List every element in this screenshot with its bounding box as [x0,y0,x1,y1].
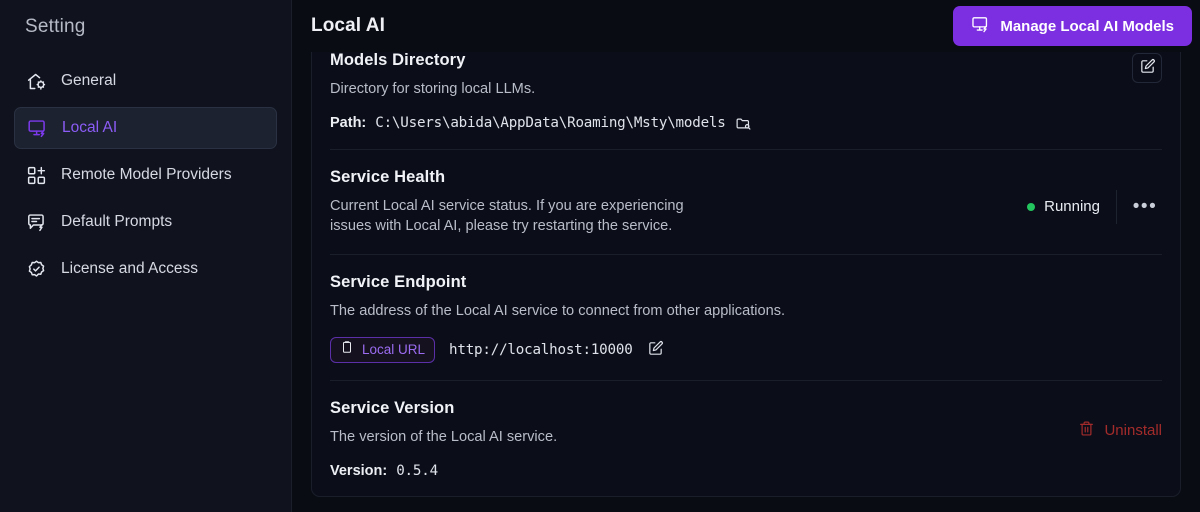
divider [1116,189,1117,224]
status-text: Running [1044,198,1100,216]
copy-local-url-badge[interactable]: Local URL [330,336,436,363]
section-description: The address of the Local AI service to c… [330,303,786,320]
ellipsis-icon: ••• [1132,196,1158,218]
section-title: Service Version [330,398,455,417]
section-description: Current Local AI service status. If you … [330,197,684,235]
sidebar-nav: General Local AI Remote Model Providers … [0,60,291,290]
section-service-endpoint: Service Endpoint The address of the Loca… [330,255,1162,381]
section-models-directory: Models Directory Directory for storing l… [330,52,1162,150]
service-health-controls: Running ••• [1027,189,1162,224]
models-directory-path-row: Path: C:\Users\abida\AppData\Roaming\Mst… [330,115,1132,132]
edit-square-icon [647,340,664,360]
message-bolt-icon [26,212,47,233]
service-health-menu-button[interactable]: ••• [1128,190,1162,224]
section-title: Service Endpoint [330,273,467,292]
version-label: Version: [330,462,388,479]
sidebar-item-general[interactable]: General [14,60,277,102]
manage-local-ai-models-button[interactable]: Manage Local AI Models [953,6,1192,46]
edit-models-directory-button[interactable] [1132,53,1162,83]
house-gear-icon [26,71,47,92]
section-service-health: Service Health Current Local AI service … [330,150,1162,256]
sidebar-item-label: Remote Model Providers [61,166,232,183]
section-description: The version of the Local AI service. [330,428,558,445]
monitor-bolt-icon [27,118,48,139]
clipboard-icon [340,340,354,359]
badge-check-icon [26,259,47,280]
page-header: Local AI Manage Local AI Models [292,0,1200,52]
trash-icon [1078,420,1095,441]
sidebar-item-remote-model-providers[interactable]: Remote Model Providers [14,154,277,196]
sidebar: Setting General Local AI Remote Model Pr… [0,0,292,512]
path-label: Path: [330,115,367,132]
section-service-version: Service Version The version of the Local… [330,381,1162,496]
service-endpoint-url: http://localhost:10000 [449,341,633,358]
status-badge: Running [1027,198,1116,215]
monitor-bolt-icon [971,15,990,38]
main-panel: Local AI Manage Local AI Models Models D… [292,0,1200,512]
sidebar-title: Setting [25,16,86,37]
grid-plus-icon [26,165,47,186]
uninstall-button[interactable]: Uninstall [1078,420,1162,441]
version-value: 0.5.4 [396,462,438,479]
edit-square-icon [1139,58,1156,78]
settings-card: Models Directory Directory for storing l… [311,52,1181,497]
badge-label: Local URL [362,342,426,358]
sidebar-item-label: Default Prompts [61,213,173,230]
manage-button-label: Manage Local AI Models [1000,17,1174,35]
sidebar-item-default-prompts[interactable]: Default Prompts [14,201,277,243]
edit-service-endpoint-button[interactable] [647,340,664,360]
settings-window: Setting General Local AI Remote Model Pr… [0,0,1200,512]
sidebar-item-license-and-access[interactable]: License and Access [14,248,277,290]
page-title: Local AI [311,15,385,36]
sidebar-item-label: License and Access [61,260,199,277]
status-dot-icon [1027,202,1036,211]
section-title: Models Directory [330,52,466,69]
section-title: Service Health [330,167,446,186]
uninstall-label: Uninstall [1104,421,1162,439]
sidebar-item-label: General [61,72,117,89]
service-endpoint-row: Local URL http://localhost:10000 [330,336,1162,363]
sidebar-item-local-ai[interactable]: Local AI [14,107,277,149]
folder-search-icon[interactable] [735,115,752,132]
service-version-row: Version: 0.5.4 [330,463,1078,479]
settings-scroll-area[interactable]: Models Directory Directory for storing l… [292,52,1200,512]
section-description: Directory for storing local LLMs. [330,81,536,97]
path-value: C:\Users\abida\AppData\Roaming\Msty\mode… [375,115,726,132]
sidebar-item-label: Local AI [62,119,118,136]
